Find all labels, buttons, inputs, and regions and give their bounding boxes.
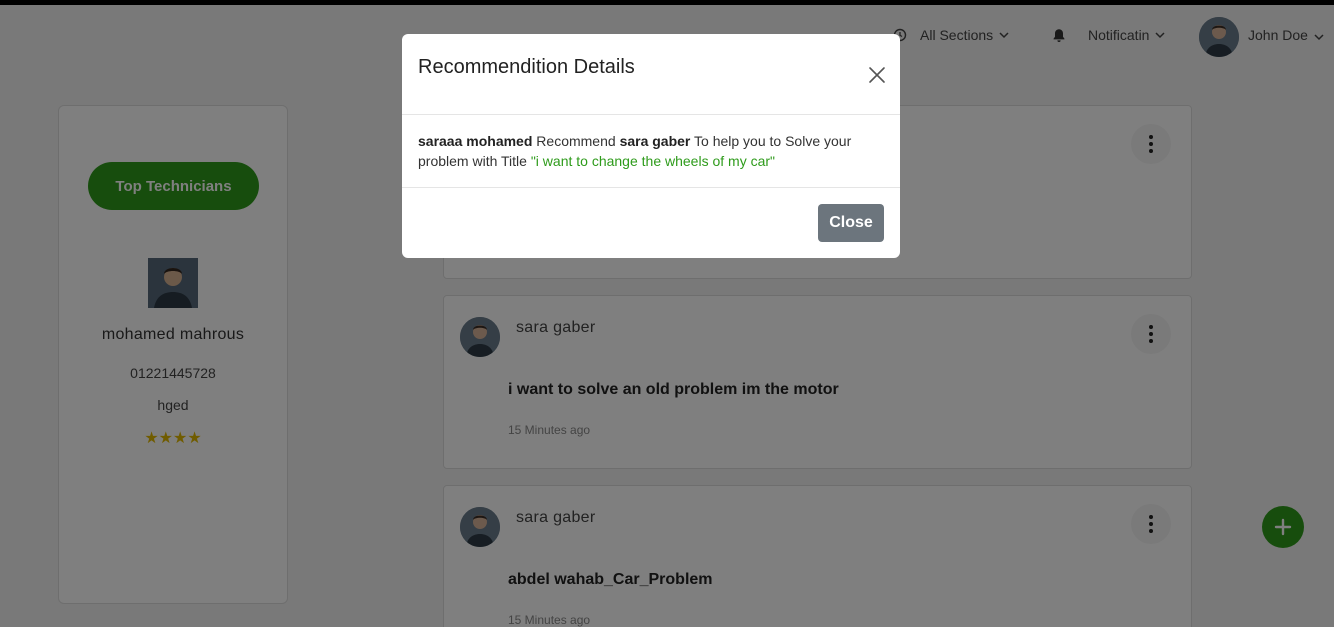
modal-header: Recommendition Details bbox=[402, 34, 900, 115]
recommender-name: saraaa mohamed bbox=[418, 133, 533, 149]
close-icon[interactable] bbox=[868, 66, 886, 84]
modal-body: saraaa mohamed Recommend sara gaber To h… bbox=[418, 131, 884, 171]
problem-title: "i want to change the wheels of my car" bbox=[530, 153, 776, 169]
recommended-technician-name: sara gaber bbox=[619, 133, 691, 149]
modal-footer: Close bbox=[402, 187, 900, 258]
close-button[interactable]: Close bbox=[818, 204, 884, 242]
recommendation-details-modal: Recommendition Details saraaa mohamed Re… bbox=[402, 34, 900, 258]
recommend-verb: Recommend bbox=[532, 133, 620, 149]
modal-title: Recommendition Details bbox=[418, 56, 635, 78]
